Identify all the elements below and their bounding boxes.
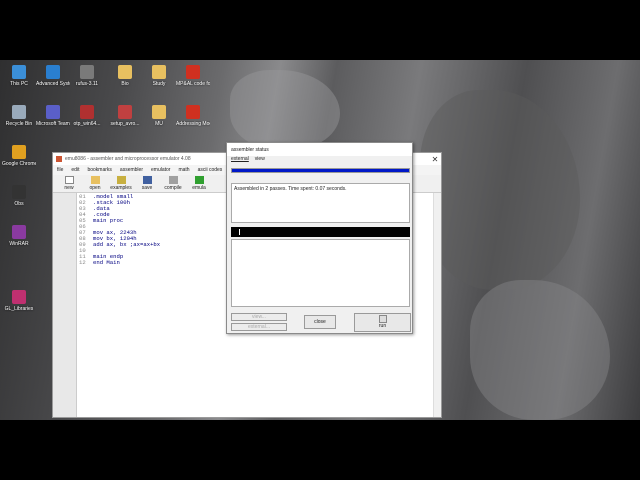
app-icon bbox=[80, 65, 94, 79]
desktop-icon[interactable]: Bio bbox=[108, 65, 142, 87]
desktop-icon[interactable]: Obs bbox=[2, 185, 36, 207]
editor-gutter bbox=[53, 193, 77, 417]
view-button[interactable]: view... bbox=[231, 313, 287, 321]
desktop-icon-label: Recycle Bin bbox=[5, 121, 33, 127]
desktop-icon[interactable]: MP&AL code formal bbox=[176, 65, 210, 87]
desktop-icon[interactable]: rufus-3.11 bbox=[70, 65, 104, 87]
dialog-menu: external view bbox=[227, 156, 412, 164]
compile-button[interactable]: compile bbox=[161, 176, 185, 192]
code-text: main proc bbox=[93, 217, 124, 224]
external-button[interactable]: external... bbox=[231, 323, 287, 331]
progress-fill bbox=[232, 169, 409, 172]
menu-external[interactable]: external bbox=[231, 156, 249, 164]
save-icon bbox=[142, 176, 152, 184]
app-icon bbox=[80, 105, 94, 119]
app-icon bbox=[12, 185, 26, 199]
examples-icon bbox=[116, 176, 126, 184]
app-icon bbox=[46, 65, 60, 79]
app-icon bbox=[12, 225, 26, 239]
menu-view[interactable]: view bbox=[255, 156, 265, 164]
desktop-icon[interactable]: MU bbox=[142, 105, 176, 127]
desktop-icon[interactable]: Google Chrome bbox=[2, 145, 36, 167]
desktop-icon[interactable]: WinRAR bbox=[2, 225, 36, 247]
desktop-icon[interactable]: GL_Libraries bbox=[2, 290, 36, 312]
app-icon bbox=[12, 290, 26, 304]
rock-texture bbox=[420, 90, 580, 290]
code-text: add ax, bx ;ax=ax+bx bbox=[93, 241, 161, 248]
examples-button[interactable]: examples bbox=[109, 176, 133, 192]
open-button[interactable]: open bbox=[83, 176, 107, 192]
desktop-icon[interactable]: otp_win64... bbox=[70, 105, 104, 127]
line-number: 12 bbox=[79, 259, 86, 266]
emu-window-title: emu8086 - assembler and microprocessor e… bbox=[65, 156, 191, 162]
desktop-icon-label: Study bbox=[152, 81, 166, 87]
desktop-icon[interactable]: Recycle Bin bbox=[2, 105, 36, 127]
vertical-scrollbar[interactable] bbox=[433, 193, 441, 417]
error-list[interactable] bbox=[231, 239, 410, 307]
desktop-icon-label: otp_win64... bbox=[73, 121, 101, 127]
menu-emulator[interactable]: emulator bbox=[151, 167, 170, 173]
desktop-icon-label: WinRAR bbox=[9, 241, 29, 247]
desktop-icon-label: Obs bbox=[14, 201, 24, 207]
rock-texture bbox=[230, 70, 340, 150]
play-icon bbox=[194, 176, 204, 184]
desktop-icon-label: MP&AL code formal bbox=[176, 81, 210, 87]
compile-icon bbox=[168, 176, 178, 184]
desktop-icon-label: Addressing Mode bbox=[176, 121, 210, 127]
app-icon bbox=[118, 105, 132, 119]
desktop-icon[interactable]: setup_avro... bbox=[108, 105, 142, 127]
run-icon bbox=[378, 315, 387, 323]
menu-edit[interactable]: edit bbox=[71, 167, 79, 173]
menu-ascii-codes[interactable]: ascii codes bbox=[198, 167, 223, 173]
desktop-icon-label: Bio bbox=[121, 81, 129, 87]
menu-file[interactable]: file bbox=[57, 167, 63, 173]
app-icon bbox=[152, 65, 166, 79]
assembly-progress-bar bbox=[231, 168, 410, 173]
app-icon bbox=[12, 65, 26, 79]
desktop-icon[interactable]: Advanced SystemCare bbox=[36, 65, 70, 87]
menu-bookmarks[interactable]: bookmarks bbox=[87, 167, 111, 173]
desktop-icon-label: MU bbox=[155, 121, 163, 127]
code-text: end Main bbox=[93, 259, 120, 266]
text-cursor bbox=[239, 229, 240, 235]
assembler-message-box: Assembled in 2 passes. Time spent: 0.07 … bbox=[231, 183, 410, 223]
run-button[interactable]: run bbox=[354, 313, 411, 332]
desktop-icon-label: This PC bbox=[10, 81, 28, 87]
new-button[interactable]: new bbox=[57, 176, 81, 192]
desktop-icon[interactable]: This PC bbox=[2, 65, 36, 87]
folder-icon bbox=[90, 176, 100, 184]
desktop-icon[interactable]: Microsoft Teams bbox=[36, 105, 70, 127]
assembler-message: Assembled in 2 passes. Time spent: 0.07 … bbox=[234, 186, 347, 192]
app-icon bbox=[46, 105, 60, 119]
app-icon bbox=[12, 145, 26, 159]
desktop-icon[interactable]: Addressing Mode bbox=[176, 105, 210, 127]
menu-math[interactable]: math bbox=[178, 167, 189, 173]
close-icon[interactable]: ✕ bbox=[429, 155, 441, 164]
save-button[interactable]: save bbox=[135, 176, 159, 192]
error-list-header bbox=[231, 227, 410, 237]
desktop-icon-label: Advanced SystemCare bbox=[36, 81, 70, 87]
app-icon bbox=[118, 65, 132, 79]
emulate-button[interactable]: emula bbox=[187, 176, 211, 192]
menu-assembler[interactable]: assembler bbox=[120, 167, 143, 173]
app-icon bbox=[12, 105, 26, 119]
desktop-icon-label: setup_avro... bbox=[110, 121, 140, 127]
new-file-icon bbox=[64, 176, 74, 184]
desktop-icon-label: Microsoft Teams bbox=[36, 121, 70, 127]
desktop-icon-label: Google Chrome bbox=[2, 161, 36, 167]
desktop-icon-label: rufus-3.11 bbox=[75, 81, 99, 87]
emu8086-app-icon bbox=[56, 156, 62, 162]
app-icon bbox=[186, 105, 200, 119]
app-icon bbox=[186, 65, 200, 79]
desktop-icon-label: GL_Libraries bbox=[4, 306, 34, 312]
app-icon bbox=[152, 105, 166, 119]
assembler-status-dialog[interactable]: assembler status external view Assembled… bbox=[226, 142, 413, 334]
rock-texture bbox=[470, 280, 610, 420]
desktop-icon[interactable]: Study bbox=[142, 65, 176, 87]
dialog-title: assembler status bbox=[227, 143, 412, 156]
close-button[interactable]: close bbox=[304, 315, 336, 329]
